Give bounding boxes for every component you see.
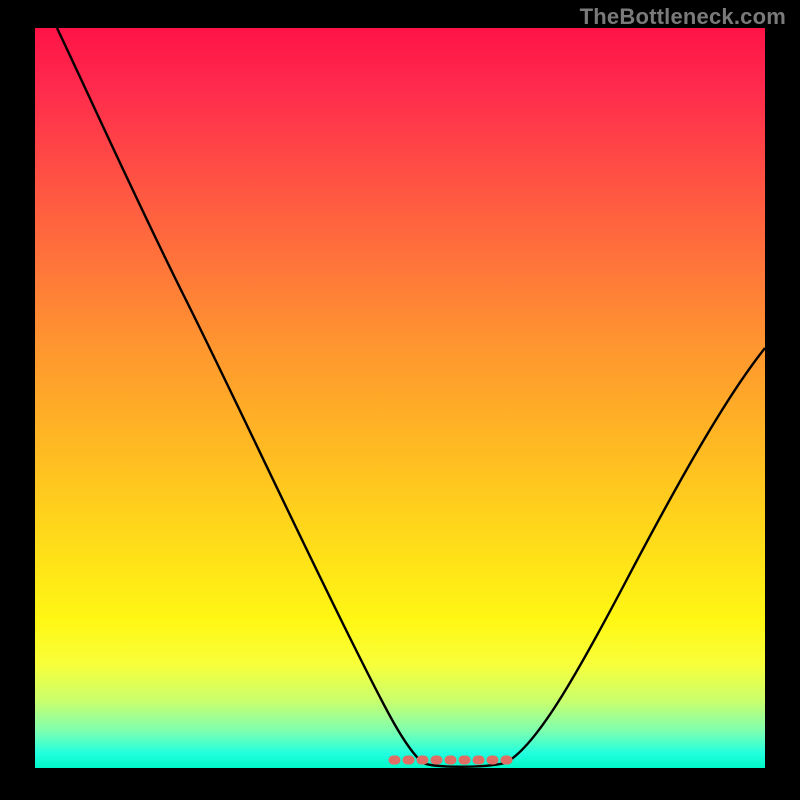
curve-layer (35, 28, 765, 768)
watermark-text: TheBottleneck.com (580, 4, 786, 30)
bottleneck-curve (57, 28, 765, 767)
plot-area (35, 28, 765, 768)
chart-frame: TheBottleneck.com (0, 0, 800, 800)
